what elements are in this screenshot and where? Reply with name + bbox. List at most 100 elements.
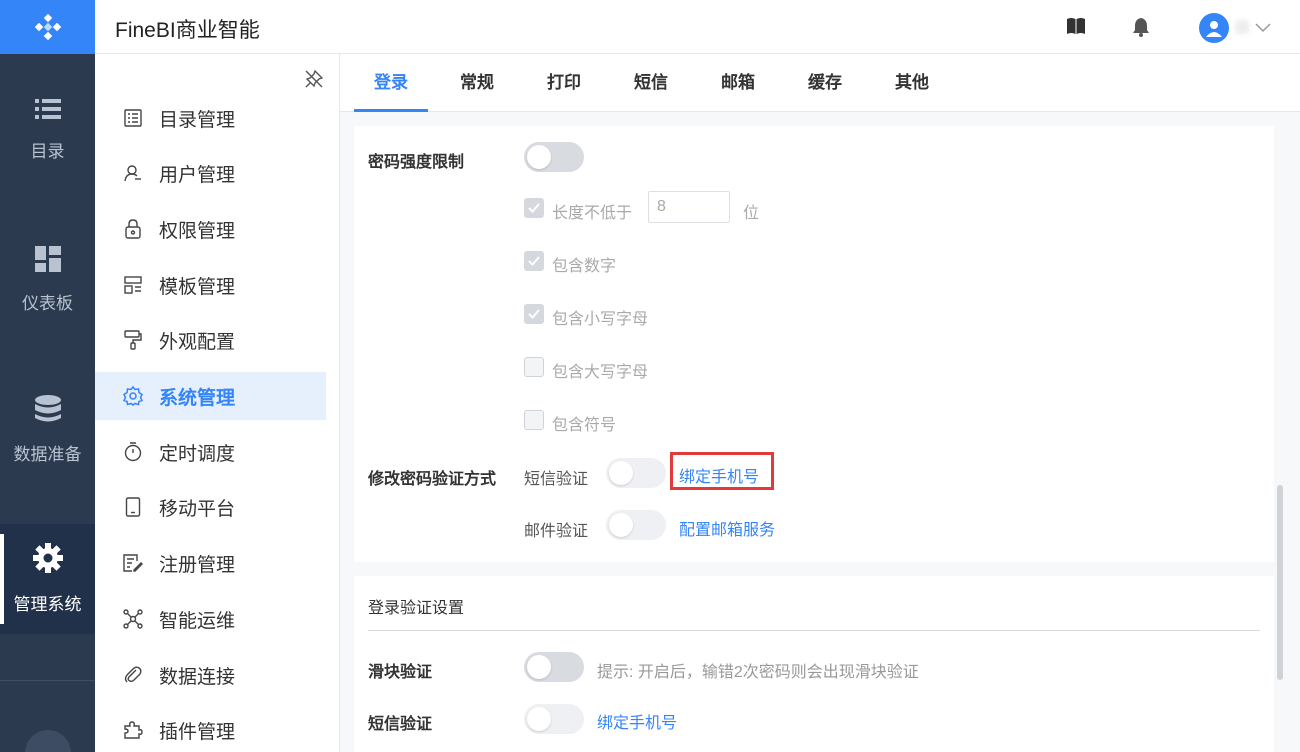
menu-item-label: 权限管理 [159,220,236,242]
bell-icon[interactable] [1132,17,1150,42]
rule-symbol-checkbox[interactable] [524,410,544,430]
top-header: FineBI商业智能 [95,0,1300,54]
app-logo[interactable] [0,0,95,54]
rail-item-dashboard[interactable]: 仪表板 [0,225,95,335]
rail-label: 数据准备 [13,445,82,464]
user-avatar-icon [1206,21,1222,37]
check-icon [528,203,540,213]
menu-item-plugin[interactable]: 插件管理 [95,706,326,752]
config-email-link[interactable]: 配置邮箱服务 [679,516,775,540]
tab-general[interactable]: 常规 [451,54,503,112]
menu-item-ops[interactable]: 智能运维 [95,595,326,643]
rule-uppercase-checkbox[interactable] [524,357,544,377]
highlight-box [670,452,774,490]
dashboard-icon [34,246,61,277]
check-icon [528,309,540,319]
mobile-icon [123,497,143,517]
min-length-unit: 位 [743,205,760,222]
min-length-input[interactable]: 8 [648,191,730,223]
check-icon [528,256,540,266]
menu-item-schedule[interactable]: 定时调度 [95,428,326,476]
chevron-down-icon[interactable] [1255,20,1271,38]
user-name-blurred [1235,20,1249,34]
password-strength-label: 密码强度限制 [368,154,465,171]
min-length-checkbox[interactable] [524,198,544,218]
pin-icon[interactable] [305,69,324,93]
password-strength-toggle[interactable] [524,142,584,172]
login-bind-phone-link[interactable]: 绑定手机号 [597,709,677,733]
rule-digits-checkbox[interactable] [524,251,544,271]
brush-icon [123,330,143,350]
settings-content: 密码强度限制 长度不低于 8 位 包含数字 包含小写字母 包含大写字母 包含符号… [340,112,1300,752]
rail-item-data-prep[interactable]: 数据准备 [0,375,95,485]
help-book-icon[interactable] [1066,17,1086,40]
plugin-icon [123,720,143,740]
rail-label: 管理系统 [13,595,82,614]
rail-item-admin[interactable]: 管理系统 [0,524,95,634]
menu-item-user[interactable]: 用户管理 [95,149,326,197]
menu-item-data-connection[interactable]: 数据连接 [95,651,326,699]
left-rail: 目录 仪表板 数据准备 管理系统 [0,0,95,752]
tab-print[interactable]: 打印 [538,54,590,112]
email-verify-label: 邮件验证 [524,523,589,540]
menu-item-label: 用户管理 [159,164,236,186]
menu-item-label: 定时调度 [159,443,236,465]
rule-digits-label: 包含数字 [552,258,617,275]
menu-item-template[interactable]: 模板管理 [95,261,326,309]
login-verify-card: 登录验证设置 滑块验证 提示: 开启后，输错2次密码则会出现滑块验证 短信验证 … [354,576,1274,752]
sms-verify-toggle[interactable] [606,458,666,488]
menu-item-permission[interactable]: 权限管理 [95,205,326,253]
menu-item-catalog[interactable]: 目录管理 [95,94,326,142]
tab-sms[interactable]: 短信 [625,54,677,112]
user-icon [123,163,143,183]
menu-item-mobile[interactable]: 移动平台 [95,483,326,531]
menu-item-label: 系统管理 [159,387,236,409]
menu-item-label: 移动平台 [159,498,236,520]
login-sms-verify-label: 短信验证 [368,716,433,733]
gear-icon [32,543,63,578]
menu-item-label: 数据连接 [159,666,236,688]
password-settings-card: 密码强度限制 长度不低于 8 位 包含数字 包含小写字母 包含大写字母 包含符号… [354,126,1274,562]
gear-icon [123,386,143,406]
app-title: FineBI商业智能 [115,19,260,42]
min-length-label: 长度不低于 [552,205,633,222]
tab-email[interactable]: 邮箱 [712,54,764,112]
email-verify-toggle[interactable] [606,510,666,540]
section-title: 登录验证设置 [368,600,465,617]
register-icon [123,553,143,573]
menu-item-label: 目录管理 [159,109,236,131]
menu-item-label: 插件管理 [159,721,236,743]
slider-verify-label: 滑块验证 [368,664,433,681]
slider-verify-toggle[interactable] [524,652,584,682]
lock-icon [123,219,143,239]
sms-verify-label: 短信验证 [524,471,589,488]
slider-verify-hint: 提示: 开启后，输错2次密码则会出现滑块验证 [597,664,919,681]
settings-tabs: 登录 常规 打印 短信 邮箱 缓存 其他 [340,54,1300,112]
menu-item-label: 智能运维 [159,610,236,632]
tab-cache[interactable]: 缓存 [799,54,851,112]
rule-symbol-label: 包含符号 [552,417,617,434]
menu-item-label: 注册管理 [159,554,236,576]
list-icon [34,98,61,125]
rail-item-catalog[interactable]: 目录 [0,75,95,185]
divider [368,630,1260,631]
rail-add-button[interactable] [25,730,71,752]
admin-menu: 目录管理 用户管理 权限管理 模板管理 外观配置 系统管理 定时调度 移动平台 … [95,54,340,752]
tab-other[interactable]: 其他 [886,54,938,112]
link-icon [123,665,143,685]
rule-lowercase-checkbox[interactable] [524,304,544,324]
rule-uppercase-label: 包含大写字母 [552,364,649,381]
ops-icon [123,609,143,629]
menu-item-label: 模板管理 [159,276,236,298]
menu-item-label: 外观配置 [159,331,236,353]
avatar[interactable] [1199,13,1229,43]
menu-item-register[interactable]: 注册管理 [95,539,326,587]
menu-item-system[interactable]: 系统管理 [95,372,326,420]
login-sms-verify-toggle[interactable] [524,704,584,734]
logo-icon [34,13,61,41]
tab-login[interactable]: 登录 [354,54,428,112]
menu-item-appearance[interactable]: 外观配置 [95,316,326,364]
catalog-icon [123,108,143,128]
rail-divider [0,680,95,681]
scrollbar[interactable] [1277,485,1283,680]
